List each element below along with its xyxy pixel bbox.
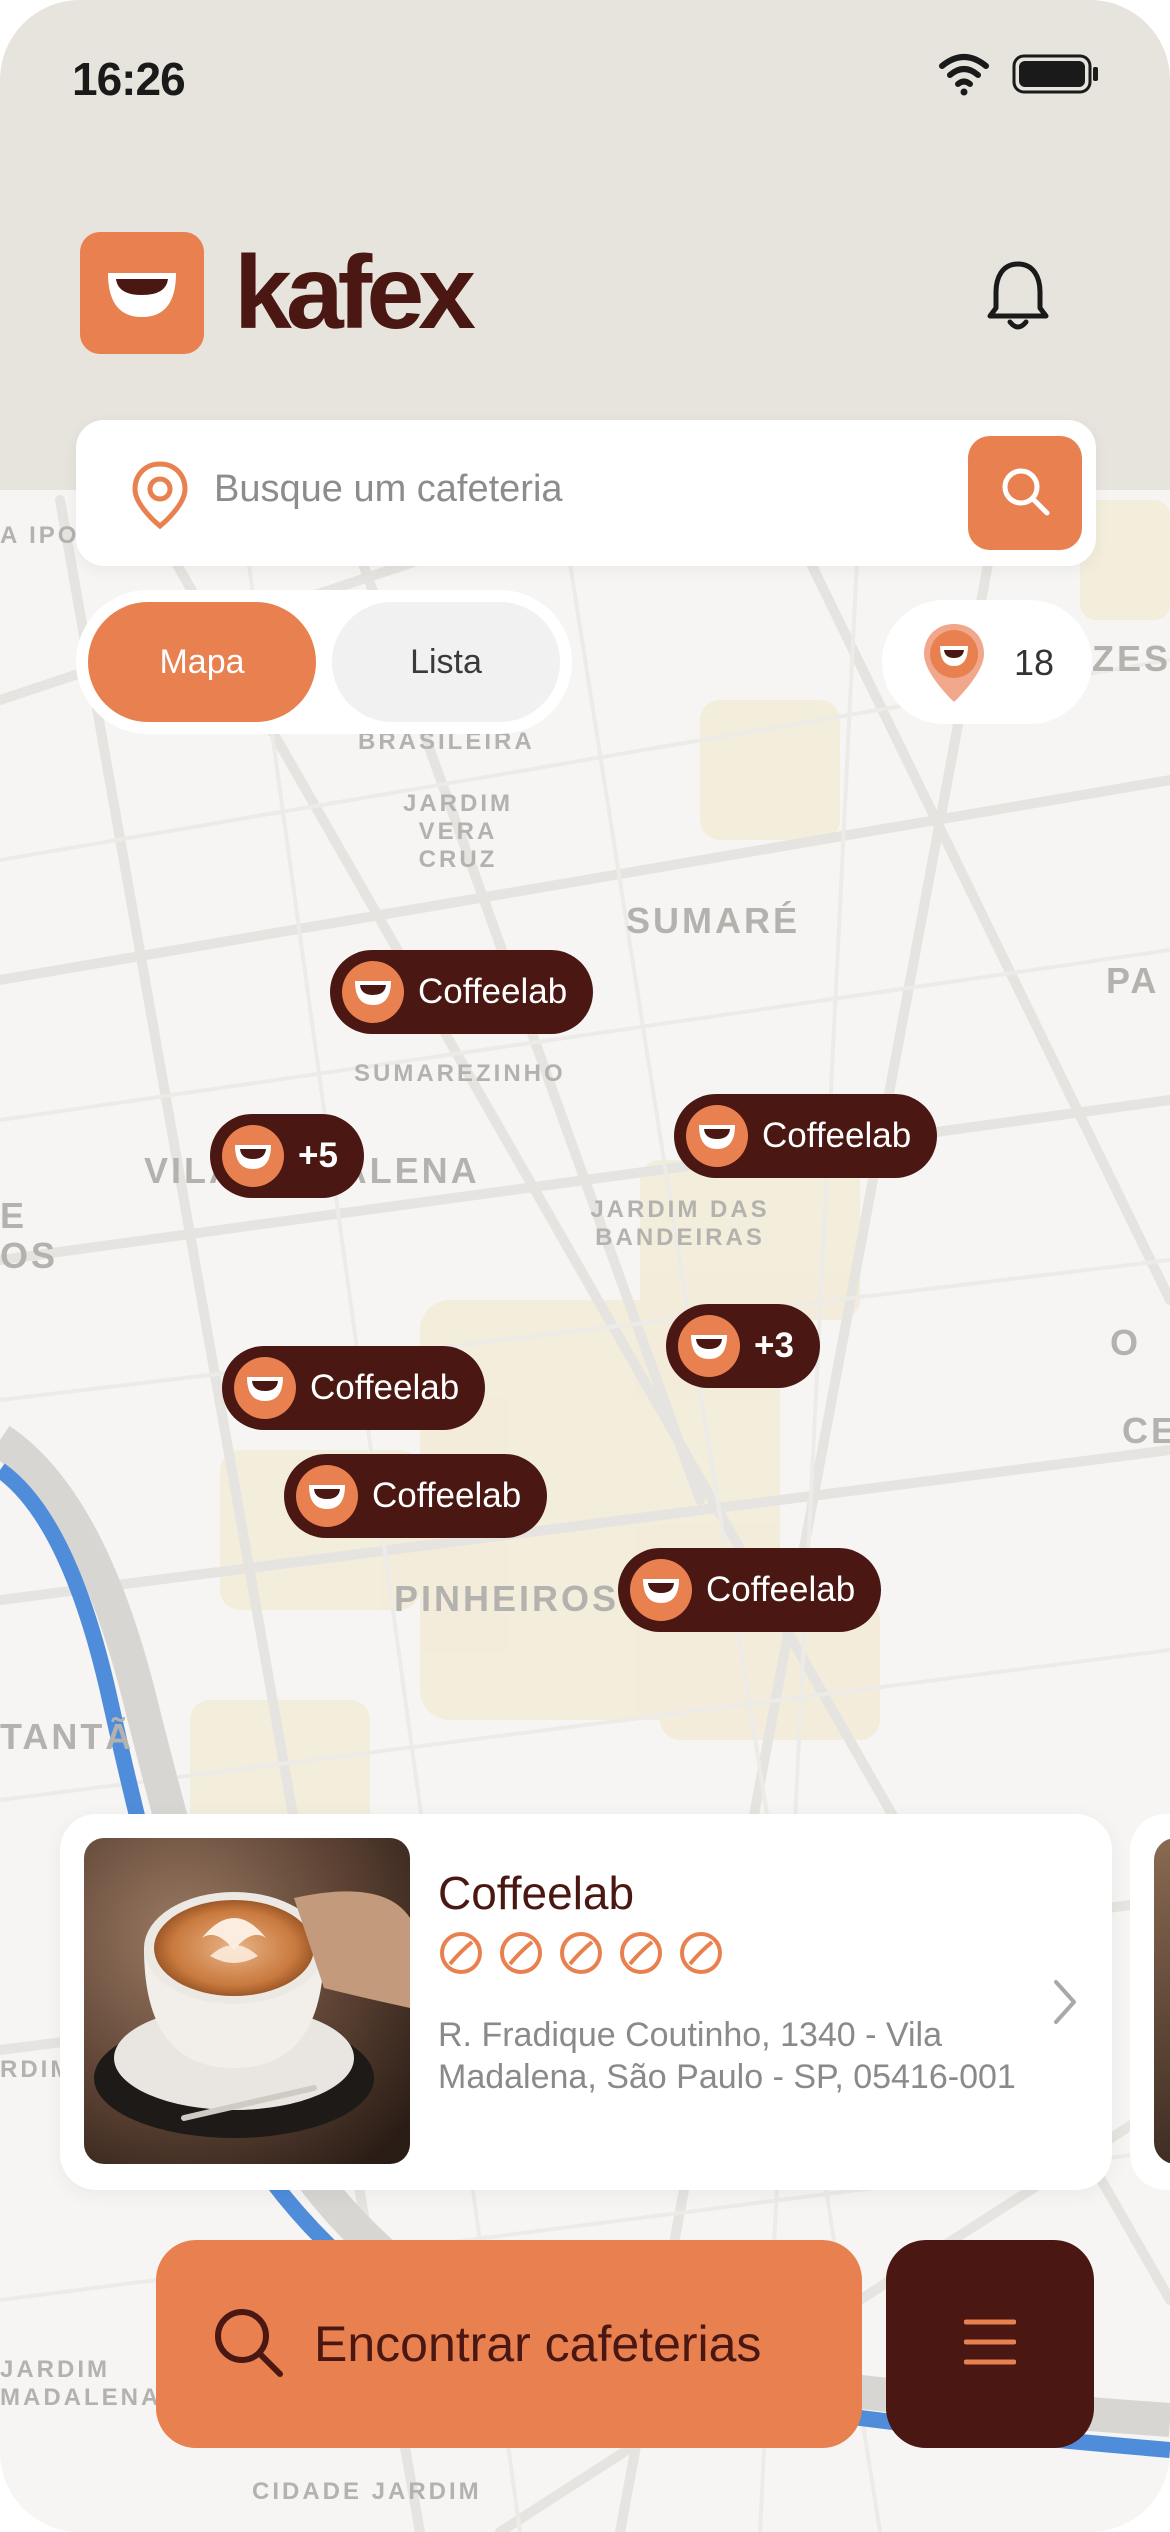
coffee-bean-icon [342,961,404,1023]
coffee-bean-icon [296,1465,358,1527]
marker-label: +3 [754,1326,794,1365]
map-marker[interactable]: Coffeelab [674,1094,938,1178]
marker-label: Coffeelab [372,1476,522,1515]
map-marker[interactable]: Coffeelab [222,1346,486,1430]
find-cafes-button[interactable]: Encontrar cafeterias [156,2240,862,2448]
marker-label: +5 [298,1136,338,1175]
view-toggle: Mapa Lista [76,590,572,734]
map-label: JARDIM MADALENA [0,2356,162,2411]
marker-label: Coffeelab [418,972,568,1011]
coffee-bean-icon [222,1125,284,1187]
search-button[interactable] [968,436,1082,550]
search-icon [210,2304,286,2385]
map-label: PINHEIROS [394,1578,620,1619]
coffee-bean-icon [686,1105,748,1167]
wifi-icon [938,52,990,101]
cafe-photo [84,1838,410,2164]
chevron-right-icon[interactable] [1050,1978,1080,2031]
menu-icon [963,2316,1017,2373]
coffee-bean-icon [618,1930,664,1981]
app-screen: A IPO ZES BRASILEIRA JARDIM VERA CRUZ SU… [0,0,1170,2532]
location-pin-icon [920,622,988,709]
tab-list[interactable]: Lista [332,602,560,722]
map-marker[interactable]: Coffeelab [284,1454,548,1538]
map-label: PA [1106,960,1160,1001]
search-icon [998,464,1052,523]
coffee-bean-icon [678,1930,724,1981]
marker-label: Coffeelab [762,1116,912,1155]
map-label: SUMAREZINHO [354,1060,566,1087]
map-marker-cluster[interactable]: +3 [666,1304,820,1388]
next-cafe-card[interactable] [1130,1814,1170,2190]
coffee-bean-icon [234,1357,296,1419]
tab-map[interactable]: Mapa [88,602,316,722]
map-label: JARDIM DAS BANDEIRAS [590,1196,770,1251]
location-pin-icon [130,460,190,535]
map-label: O [1110,1322,1142,1363]
map-label: SUMARÉ [626,900,801,941]
find-cafes-label: Encontrar cafeterias [314,2316,762,2372]
marker-label: Coffeelab [310,1368,460,1407]
cafe-rating [438,1930,724,1981]
results-count-badge[interactable]: 18 [882,600,1092,724]
app-name: kafex [234,235,476,351]
app-logo: kafex [80,232,476,354]
marker-label: Coffeelab [706,1570,856,1609]
map-view[interactable]: A IPO ZES BRASILEIRA JARDIM VERA CRUZ SU… [0,490,1170,2532]
results-count: 18 [1014,642,1055,683]
map-marker[interactable]: Coffeelab [618,1548,882,1632]
map-label: CE [1122,1410,1170,1451]
menu-button[interactable] [886,2240,1094,2448]
map-marker[interactable]: Coffeelab [330,950,594,1034]
map-label: TANTÃ [0,1716,135,1757]
coffee-bean-icon [630,1559,692,1621]
map-label: A IPO [0,522,80,549]
map-label: CIDADE JARDIM [252,2478,482,2505]
coffee-bean-icon [678,1315,740,1377]
map-label: E OS [0,1195,59,1276]
map-label: JARDIM VERA CRUZ [402,790,513,873]
map-label: ZES [1092,638,1170,679]
coffee-bean-icon [498,1930,544,1981]
cafe-photo [1154,1838,1170,2164]
battery-icon [1012,54,1100,99]
coffee-bean-icon [438,1930,484,1981]
status-icons [938,52,1100,101]
search-input[interactable]: Busque um cafeteria [214,468,563,511]
cafe-address: R. Fradique Coutinho, 1340 - Vila Madale… [438,2016,1016,2096]
cafe-card[interactable]: Coffeelab R. Fradique Coutinho, 1340 - V… [60,1814,1112,2190]
cafe-name: Coffeelab [438,1867,635,1919]
search-bar[interactable]: Busque um cafeteria [76,420,1096,566]
coffee-bean-icon [558,1930,604,1981]
status-time: 16:26 [72,53,186,105]
map-streets [0,495,1170,2532]
map-marker-cluster[interactable]: +5 [210,1114,364,1198]
coffee-bean-icon [80,232,204,354]
bell-icon[interactable] [984,258,1052,339]
